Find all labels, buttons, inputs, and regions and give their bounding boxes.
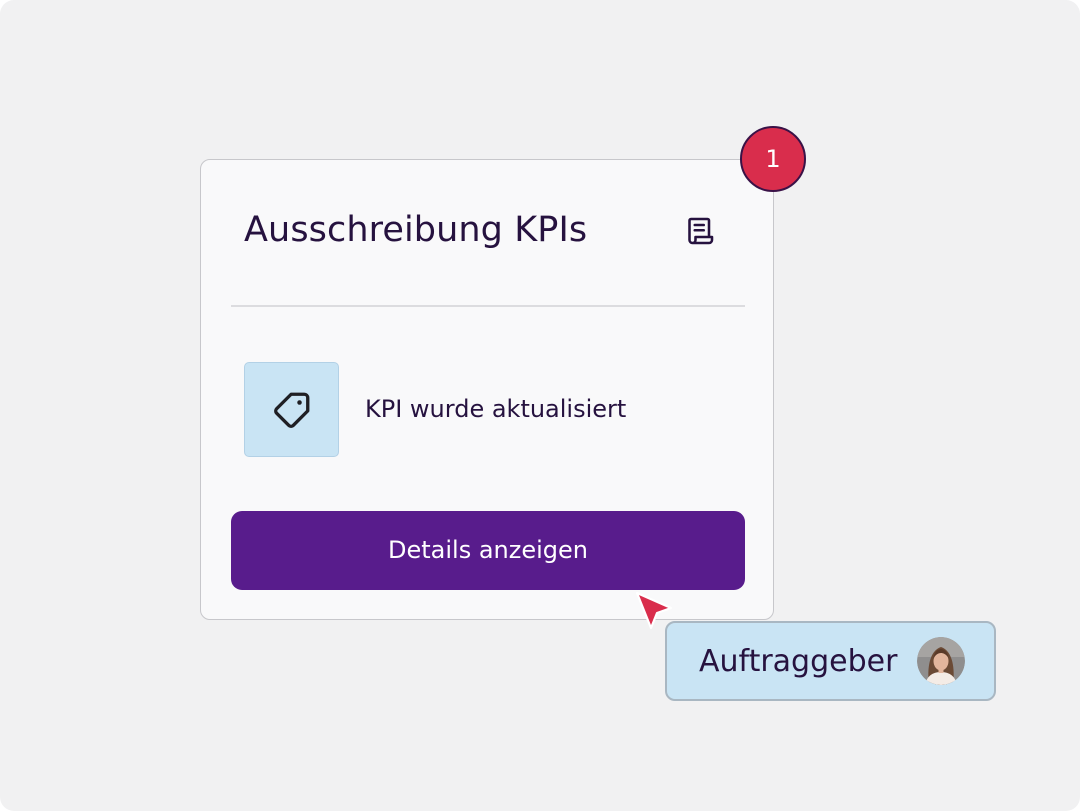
user-role-tag: Auftraggeber xyxy=(665,621,996,701)
notification-count-badge: 1 xyxy=(740,126,806,192)
notification-card: Ausschreibung KPIs KPI wurde aktualisier… xyxy=(200,159,774,620)
event-text: KPI wurde aktualisiert xyxy=(365,395,627,423)
divider xyxy=(231,305,745,307)
avatar xyxy=(917,637,965,685)
tag-icon xyxy=(274,392,310,428)
tag-icon-tile xyxy=(244,362,339,457)
canvas: Ausschreibung KPIs KPI wurde aktualisier… xyxy=(0,0,1080,811)
details-button[interactable]: Details anzeigen xyxy=(231,511,745,590)
card-title: Ausschreibung KPIs xyxy=(244,210,588,250)
role-label: Auftraggeber xyxy=(699,644,898,679)
document-icon[interactable] xyxy=(682,213,718,249)
